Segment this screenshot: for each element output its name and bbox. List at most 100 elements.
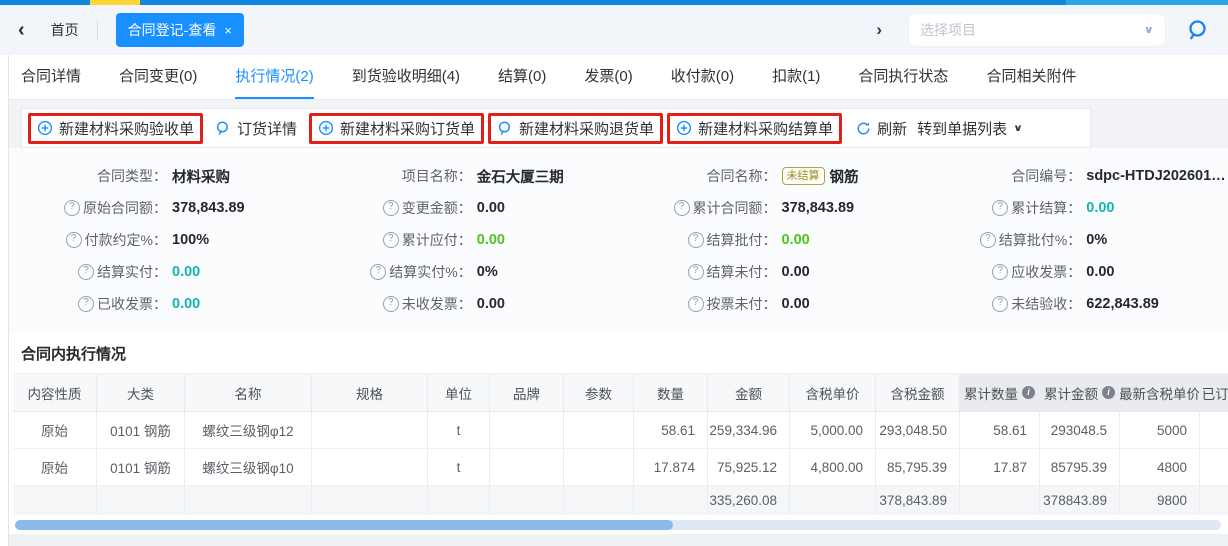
summary-field: 项目名称： 金石大厦三期 [314, 160, 619, 192]
cell-param [564, 412, 634, 449]
help-icon[interactable]: ? [66, 232, 82, 248]
tab-payments[interactable]: 收付款(0) [671, 65, 734, 99]
column-header: 含税单价 [790, 374, 876, 411]
column-header: 单位 [428, 374, 490, 411]
order-details-button[interactable]: 订货详情 [207, 113, 305, 144]
field-label: ?已收发票： [9, 294, 167, 314]
contract-summary-panel: 合同类型： 材料采购 项目名称： 金石大厦三期 合同名称： 未结算 钢筋 合同编… [9, 148, 1228, 334]
field-label: ?变更金额： [314, 198, 472, 218]
tab-contract-exec-state[interactable]: 合同执行状态 [858, 65, 948, 99]
summary-field: ?累计结算： 0.00 [923, 192, 1228, 224]
field-label: 项目名称： [314, 166, 472, 186]
help-icon[interactable]: ? [78, 296, 94, 312]
close-icon[interactable]: × [224, 24, 232, 37]
goto-document-list-dropdown[interactable]: 转到单据列表 ∨ [917, 118, 1023, 139]
help-icon[interactable]: ? [674, 200, 690, 216]
summary-field: ?结算批付%： 0% [923, 224, 1228, 256]
total-cell [13, 486, 97, 515]
column-header: 参数 [564, 374, 634, 411]
cell-name: 螺纹三级钢φ10 [185, 449, 312, 486]
table-header-row: 内容性质 大类 名称 规格 单位 品牌 参数 数量 金额 含税单价 含税金额 累… [13, 373, 1228, 412]
field-value: 0% [1081, 232, 1107, 248]
help-icon[interactable]: ? [992, 200, 1008, 216]
field-value: 0.00 [1081, 264, 1114, 280]
total-cell [185, 486, 312, 515]
tab-settlement[interactable]: 结算(0) [498, 65, 546, 99]
new-purchase-return-button[interactable]: 新建材料采购退货单 [488, 113, 663, 144]
help-icon[interactable]: ? [992, 264, 1008, 280]
plus-circle-icon [318, 120, 334, 136]
button-label: 新建材料采购订货单 [340, 118, 475, 139]
loading-strip-segment [1066, 0, 1228, 5]
field-value: 622,843.89 [1081, 296, 1159, 312]
cell-taxed-unit-price: 5,000.00 [790, 412, 876, 449]
tab-deductions[interactable]: 扣款(1) [772, 65, 820, 99]
field-label: ?累计合同额： [619, 198, 777, 218]
new-purchase-settlement-button[interactable]: 新建材料采购结算单 [667, 113, 842, 144]
help-icon[interactable]: ? [688, 232, 704, 248]
field-value: 0.00 [167, 296, 200, 312]
summary-field: ?变更金额： 0.00 [314, 192, 619, 224]
cell-ordered-qty: 5 [1200, 412, 1228, 449]
info-icon[interactable]: i [1022, 386, 1035, 399]
horizontal-scrollbar-track[interactable] [15, 520, 1221, 530]
total-taxed-amount: 378,843.89 [876, 486, 960, 515]
help-icon[interactable]: ? [383, 296, 399, 312]
field-label: ?结算批付%： [923, 230, 1081, 250]
home-link[interactable]: 首页 [51, 20, 79, 40]
new-purchase-order-button[interactable]: 新建材料采购订货单 [309, 113, 484, 144]
help-icon[interactable]: ? [78, 264, 94, 280]
total-cell [312, 486, 428, 515]
field-label: 合同编号： [923, 166, 1081, 186]
tab-execution-status[interactable]: 执行情况(2) [235, 65, 313, 99]
loading-strip-segment [0, 0, 90, 5]
help-icon[interactable]: ? [688, 296, 704, 312]
search-icon[interactable] [1184, 17, 1210, 43]
summary-field: ?未收发票： 0.00 [314, 288, 619, 320]
summary-field: ?已收发票： 0.00 [9, 288, 314, 320]
document-tab[interactable]: 合同登记-查看 × [116, 13, 244, 47]
help-icon[interactable]: ? [370, 264, 386, 280]
summary-field: ?按票未付： 0.00 [619, 288, 924, 320]
summary-field: ?未结验收： 622,843.89 [923, 288, 1228, 320]
chevron-down-icon: ∨ [1013, 122, 1023, 133]
back-chevron-icon[interactable]: ‹ [18, 20, 25, 40]
project-select[interactable]: 选择项目 ∨ [908, 13, 1166, 47]
help-icon[interactable]: ? [980, 232, 996, 248]
cell-quantity: 58.61 [634, 412, 708, 449]
refresh-button[interactable]: 刷新 [856, 118, 907, 139]
tab-contract-details[interactable]: 合同详情 [21, 65, 81, 99]
summary-field: ?结算实付%： 0% [314, 256, 619, 288]
field-value: 0.00 [472, 296, 505, 312]
column-header: 累计数量i [960, 374, 1040, 411]
column-header: 最新含税单价 [1120, 374, 1200, 411]
tab-contract-changes[interactable]: 合同变更(0) [119, 65, 197, 99]
column-header: 金额 [708, 374, 790, 411]
help-icon[interactable]: ? [992, 296, 1008, 312]
help-icon[interactable]: ? [383, 200, 399, 216]
cell-category: 0101 钢筋 [97, 449, 185, 486]
table-row[interactable]: 原始 0101 钢筋 螺纹三级钢φ10 t 17.874 75,925.12 4… [13, 449, 1228, 486]
horizontal-scrollbar-thumb[interactable] [15, 520, 673, 530]
cell-spec [312, 412, 428, 449]
tab-invoice[interactable]: 发票(0) [584, 65, 632, 99]
table-row[interactable]: 原始 0101 钢筋 螺纹三级钢φ12 t 58.61 259,334.96 5… [13, 412, 1228, 449]
help-icon[interactable]: ? [688, 264, 704, 280]
column-header: 大类 [97, 374, 185, 411]
total-cell [634, 486, 708, 515]
info-icon[interactable]: i [1102, 386, 1115, 399]
column-header: 品牌 [490, 374, 564, 411]
new-purchase-acceptance-button[interactable]: 新建材料采购验收单 [28, 113, 203, 144]
tab-arrival-acceptance[interactable]: 到货验收明细(4) [352, 65, 460, 99]
help-icon[interactable]: ? [64, 200, 80, 216]
loading-strip [0, 0, 1228, 5]
forward-chevron-icon[interactable]: › [876, 20, 882, 40]
section-title: 合同内执行情况 [9, 334, 1228, 373]
tab-contract-attachments[interactable]: 合同相关附件 [986, 65, 1076, 99]
field-value: 378,843.89 [777, 200, 855, 216]
help-icon[interactable]: ? [383, 232, 399, 248]
topbar: ‹ 首页 合同登记-查看 × › 选择项目 ∨ [0, 5, 1228, 55]
loading-strip-segment [90, 0, 140, 5]
column-header: 含税金额 [876, 374, 960, 411]
total-cell [790, 486, 876, 515]
